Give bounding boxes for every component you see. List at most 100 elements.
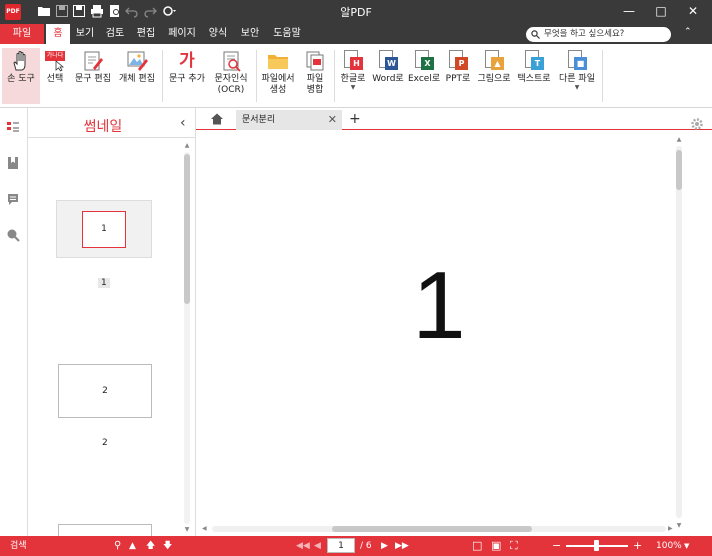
create-from-file-button[interactable]: 파일에서 생성 — [258, 48, 298, 104]
edit-object-icon — [125, 50, 149, 72]
dropdown-arrow-icon[interactable]: ▼ — [556, 85, 598, 91]
first-page-icon[interactable]: ◀◀ — [296, 539, 310, 553]
scroll-up-arrow-icon[interactable]: ▲ — [674, 136, 684, 143]
dropdown-arrow-icon[interactable]: ▼ — [338, 85, 368, 91]
convert-to-text-button[interactable]: T 텍스트로 — [514, 48, 554, 104]
convert-to-hangul-button[interactable]: H 한글로 ▼ — [338, 48, 368, 104]
search-up-icon[interactable]: 🡅 — [146, 539, 155, 553]
thumbnails-panel-icon[interactable] — [6, 120, 20, 134]
page-content-text: 1 — [412, 252, 466, 359]
side-panel-switcher — [0, 108, 28, 536]
select-button[interactable]: 가나다 선택 — [40, 48, 70, 104]
add-text-icon: 가 — [175, 50, 199, 72]
close-tab-icon[interactable]: ✕ — [328, 110, 337, 130]
convert-to-other-button[interactable]: ■ 다른 파일 ▼ — [556, 48, 598, 104]
horizontal-scrollbar[interactable]: ◀ ▶ — [202, 524, 676, 534]
next-page-icon[interactable]: ▶ — [381, 539, 388, 553]
thumbnail-page-preview — [58, 524, 152, 536]
thumbnail-scrollbar[interactable]: ▲ ▼ — [183, 142, 191, 534]
thumbnail-page-preview: 2 — [58, 364, 152, 418]
merge-files-button[interactable]: 파일 병합 — [300, 48, 330, 104]
bookmark-panel-icon[interactable] — [6, 156, 20, 170]
last-page-icon[interactable]: ▶▶ — [395, 539, 409, 553]
minimize-button[interactable]: — — [614, 0, 644, 22]
convert-to-excel-button[interactable]: X Excel로 — [408, 48, 440, 104]
undo-icon[interactable] — [125, 4, 139, 18]
menu-bar: 파일 홈 보기 검토 편집 페이지 양식 보안 도움말 무엇을 하고 싶으세요?… — [0, 24, 712, 44]
document-tab[interactable]: 문서분리 ✕ — [236, 110, 342, 130]
create-from-file-label-line2: 생성 — [269, 85, 287, 95]
scroll-thumb[interactable] — [676, 150, 682, 190]
previous-page-icon[interactable]: ◀ — [314, 539, 321, 553]
tab-review[interactable]: 검토 — [102, 24, 128, 44]
collapse-ribbon-icon[interactable]: ⌃ — [684, 27, 692, 37]
select-label: 선택 — [46, 74, 64, 84]
tab-form[interactable]: 양식 — [205, 24, 231, 44]
tab-edit[interactable]: 편집 — [133, 24, 159, 44]
zoom-level[interactable]: 100% — [656, 539, 682, 553]
search-down-icon[interactable]: 🡇 — [163, 539, 172, 553]
gear-icon[interactable] — [690, 117, 704, 131]
redo-icon[interactable] — [143, 4, 157, 18]
file-menu[interactable]: 파일 — [0, 24, 44, 44]
hangul-file-icon: H — [344, 50, 363, 72]
tab-view[interactable]: 보기 — [72, 24, 98, 44]
edit-object-button[interactable]: 개체 편집 — [116, 48, 158, 104]
excel-file-icon: X — [415, 50, 434, 72]
tab-home[interactable]: 홈 — [46, 24, 70, 44]
open-folder-icon[interactable] — [37, 4, 51, 18]
search-input[interactable]: 무엇을 하고 싶으세요? — [526, 27, 671, 42]
tab-help[interactable]: 도움말 — [269, 24, 305, 44]
zoom-in-icon[interactable]: + — [633, 539, 642, 553]
scroll-down-arrow-icon[interactable]: ▼ — [183, 526, 191, 533]
ocr-button[interactable]: 문자인식 (OCR) — [210, 48, 252, 104]
document-tab-bar: 문서분리 ✕ + — [196, 108, 712, 130]
tab-security[interactable]: 보안 — [237, 24, 263, 44]
scroll-thumb[interactable] — [332, 526, 532, 532]
search-panel-icon[interactable] — [6, 228, 20, 242]
create-from-file-label-line1: 파일에서 — [261, 74, 295, 84]
thumbnail-page-2[interactable]: 2 — [56, 364, 152, 418]
scroll-up-arrow-icon[interactable]: ▲ — [183, 142, 191, 149]
scroll-thumb[interactable] — [184, 154, 190, 304]
save-icon[interactable] — [55, 4, 69, 18]
fit-page-icon[interactable]: □ — [472, 539, 482, 553]
search-icon[interactable]: ⚲ — [114, 539, 121, 553]
close-window-button[interactable]: ✕ — [678, 0, 708, 22]
edit-text-label: 문구 편집 — [75, 74, 111, 84]
zoom-dropdown-icon[interactable]: ▼ — [684, 539, 689, 553]
convert-to-ppt-button[interactable]: P PPT로 — [442, 48, 474, 104]
thumbnail-panel: 썸네일 ‹ 1 1 2 2 ▲ ▼ — [28, 108, 196, 536]
thumbnail-page-1[interactable]: 1 — [56, 200, 152, 260]
zoom-out-icon[interactable]: − — [552, 539, 561, 553]
save-as-icon[interactable] — [72, 4, 86, 18]
search-previous-icon[interactable]: ▲ — [129, 539, 136, 553]
thumbnail-page-3[interactable] — [56, 524, 152, 536]
hand-tool-button[interactable]: 손 도구 — [2, 48, 40, 104]
add-text-button[interactable]: 가 문구 추가 — [166, 48, 208, 104]
page-number-input[interactable]: 1 — [327, 538, 355, 553]
customize-toolbar-icon[interactable] — [162, 4, 176, 18]
add-text-icon-text: 가 — [179, 51, 195, 71]
new-tab-icon[interactable]: + — [349, 110, 363, 128]
home-tab-icon[interactable] — [210, 112, 224, 126]
zoom-slider-handle[interactable] — [594, 540, 599, 551]
actual-size-icon[interactable]: ⛶ — [510, 539, 518, 553]
fit-width-icon[interactable]: ▣ — [491, 539, 501, 553]
edit-text-icon — [81, 50, 105, 72]
comments-panel-icon[interactable] — [6, 192, 20, 206]
scroll-track — [676, 146, 682, 518]
scroll-right-arrow-icon[interactable]: ▶ — [668, 524, 673, 534]
edit-text-button[interactable]: 문구 편집 — [72, 48, 114, 104]
vertical-scrollbar[interactable]: ▲ ▼ — [674, 136, 684, 530]
word-file-icon: W — [379, 50, 398, 72]
print-preview-icon[interactable] — [108, 4, 122, 18]
tab-page[interactable]: 페이지 — [165, 24, 199, 44]
maximize-button[interactable]: □ — [646, 0, 676, 22]
convert-to-image-button[interactable]: ▲ 그림으로 — [476, 48, 512, 104]
scroll-left-arrow-icon[interactable]: ◀ — [202, 524, 207, 534]
print-icon[interactable] — [90, 4, 104, 18]
ocr-label-line1: 문자인식 — [214, 74, 248, 84]
collapse-panel-icon[interactable]: ‹ — [180, 116, 192, 130]
convert-to-word-button[interactable]: W Word로 — [370, 48, 406, 104]
